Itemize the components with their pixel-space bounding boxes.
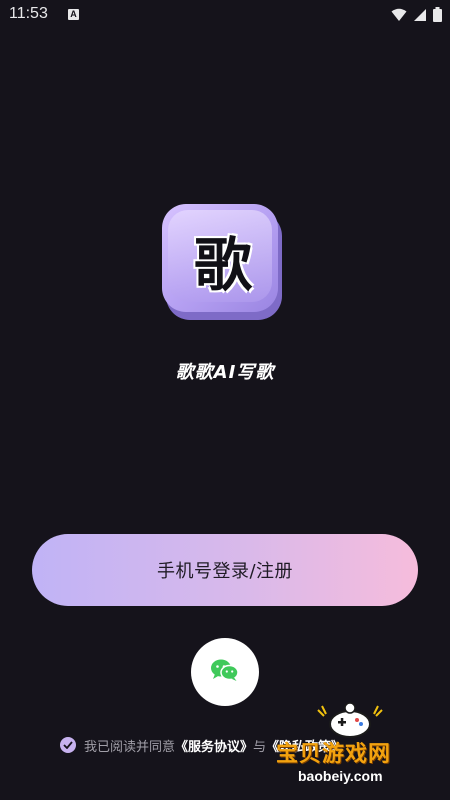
wechat-login-button[interactable] [191,638,259,706]
agree-checkbox[interactable] [60,737,76,753]
battery-icon [433,7,442,22]
status-icons [391,7,442,22]
agreement-connector: 与 [253,739,267,755]
watermark: 宝贝游戏网 baobeiy.com [276,700,436,792]
status-time: 11:53 [9,5,48,22]
logo-character: 歌 [193,231,252,299]
app-name: 歌歌AI写歌 [175,362,275,383]
agreement-prefix: 我已阅读并同意 [84,739,176,755]
watermark-title: 宝贝游戏网 [276,742,392,767]
wechat-icon [210,658,240,686]
watermark-url: baobeiy.com [298,768,383,784]
notification-a-icon: A [68,9,79,20]
phone-login-button[interactable]: 手机号登录/注册 [32,534,418,606]
phone-login-label: 手机号登录/注册 [156,561,294,582]
service-agreement-link[interactable]: 《服务协议》 [175,736,253,755]
status-bar: 11:53 A [0,0,450,32]
check-icon [63,741,73,749]
wifi-icon [391,8,407,22]
cell-signal-icon [413,8,427,22]
app-logo: 歌 [162,204,284,322]
